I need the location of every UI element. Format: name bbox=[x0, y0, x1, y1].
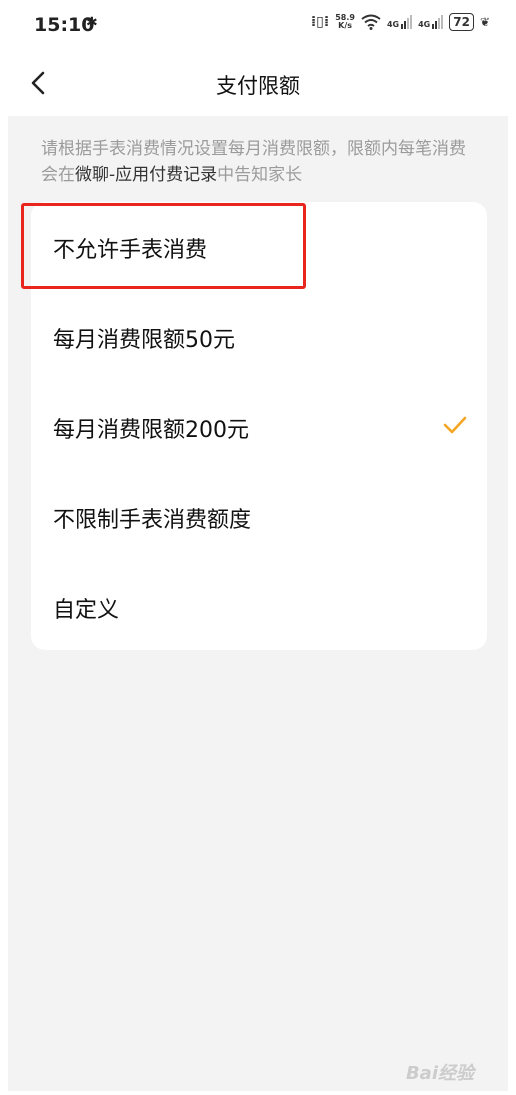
wifi-icon bbox=[361, 14, 381, 30]
sim2-signal-icon: 4G bbox=[418, 15, 444, 29]
page-title: 支付限额 bbox=[216, 74, 300, 98]
battery-icon: 72 bbox=[449, 13, 474, 31]
bluetooth-icon: ✱ bbox=[86, 15, 98, 31]
hint-text: 请根据手表消费情况设置每月消费限额，限额内每笔消费会在微聊-应用付费记录中告知家… bbox=[41, 136, 481, 188]
hint-emphasis: 微聊-应用付费记录 bbox=[75, 165, 218, 185]
hint-suffix: 中告知家长 bbox=[217, 165, 303, 185]
option-custom[interactable]: 自定义 bbox=[31, 562, 487, 652]
sim1-label: 4G bbox=[386, 20, 400, 29]
network-speed: 58.9 K/s bbox=[335, 14, 355, 30]
option-label: 自定义 bbox=[53, 598, 120, 623]
network-speed-unit: K/s bbox=[338, 21, 353, 30]
status-icons: ⁞▯⁞ 58.9 K/s 4G 4G 72 ❦ bbox=[311, 13, 490, 31]
option-limit-200[interactable]: 每月消费限额200元 bbox=[31, 382, 487, 472]
sim1-signal-icon: 4G bbox=[386, 15, 413, 29]
sim2-label: 4G bbox=[418, 20, 431, 29]
option-label: 不限制手表消费额度 bbox=[53, 508, 252, 533]
checkmark-icon bbox=[443, 416, 467, 434]
vibrate-icon: ⁞▯⁞ bbox=[310, 14, 330, 30]
option-label: 每月消费限额200元 bbox=[53, 418, 249, 443]
option-label: 每月消费限额50元 bbox=[53, 328, 235, 353]
status-bar: 15:10 ✱ ⁞▯⁞ 58.9 K/s 4G 4G 72 ❦ bbox=[0, 0, 516, 52]
option-unlimited[interactable]: 不限制手表消费额度 bbox=[31, 472, 487, 562]
watermark: Bai经验 bbox=[405, 1063, 474, 1084]
option-limit-50[interactable]: 每月消费限额50元 bbox=[31, 292, 487, 382]
highlight-annotation-box bbox=[21, 203, 306, 289]
leaf-icon: ❦ bbox=[479, 15, 490, 29]
nav-bar: 支付限额 bbox=[0, 52, 516, 116]
